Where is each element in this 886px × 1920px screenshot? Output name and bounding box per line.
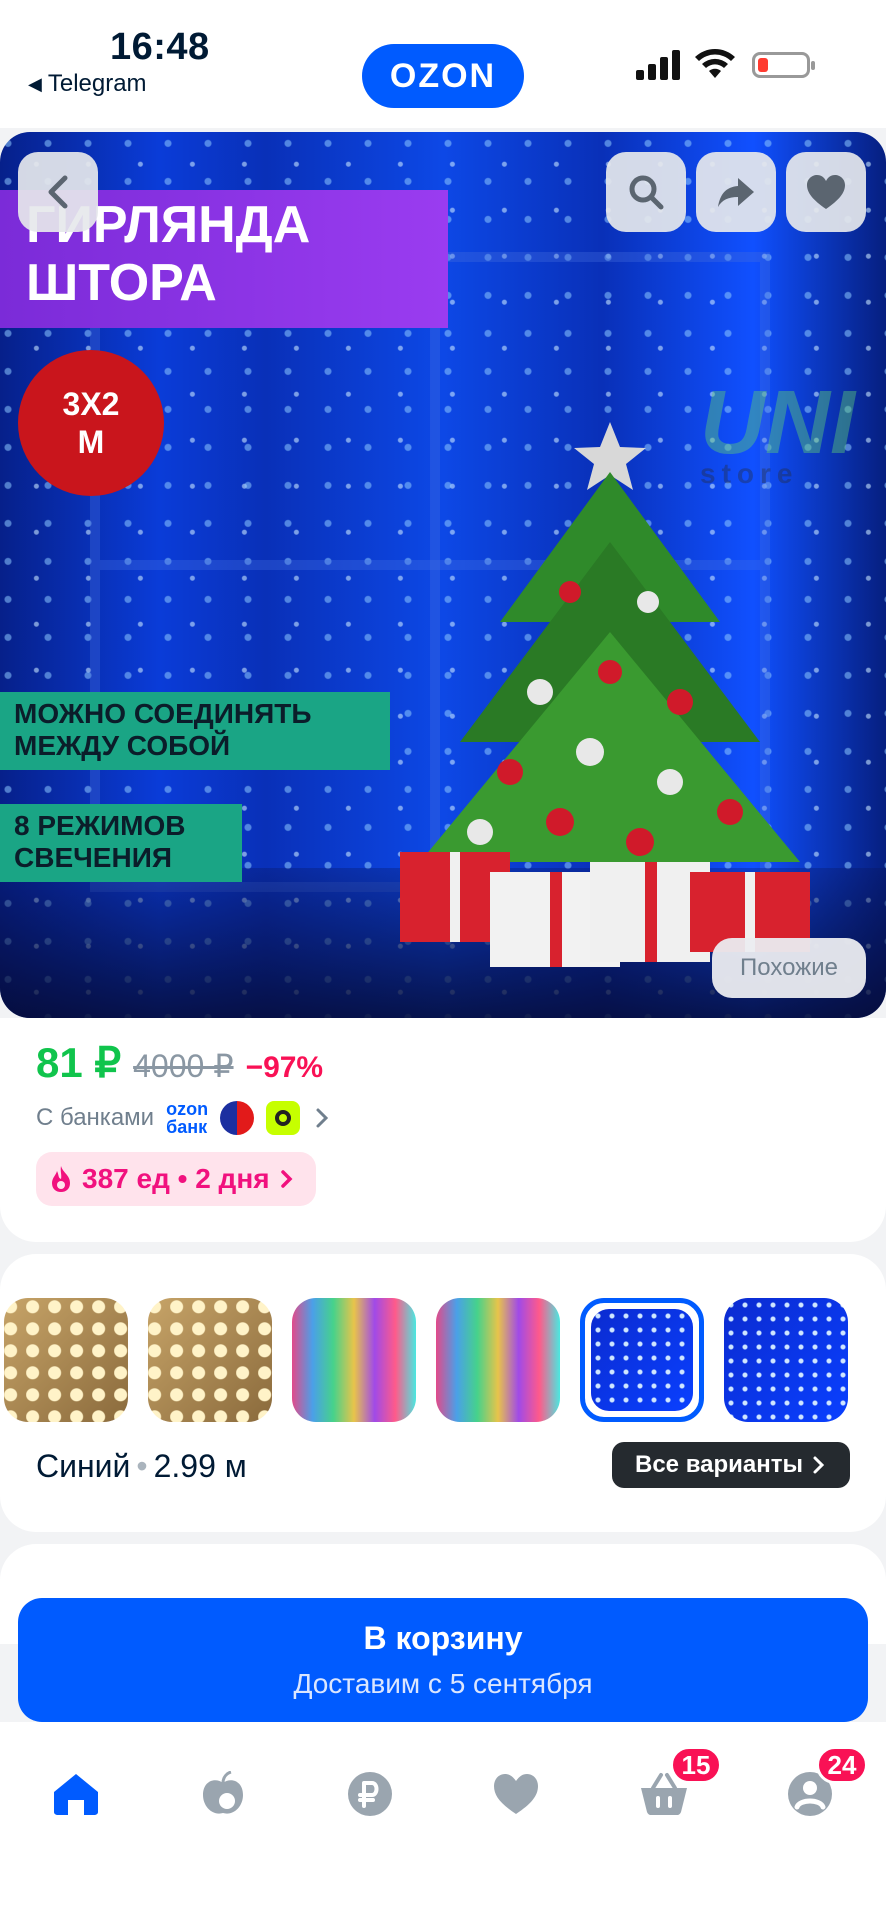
variant-size: 2.99 м — [153, 1448, 247, 1484]
variant-color: Синий — [36, 1448, 131, 1484]
home-icon — [54, 1774, 98, 1815]
christmas-tree-illustration — [400, 422, 810, 967]
product-image[interactable]: ГИРЛЯНДА ШТОРА 3X2 М UNI store МОЖНО СОЕ… — [0, 132, 886, 1018]
ozon-bank-logo: ozon банк — [166, 1100, 208, 1136]
cart-count-badge: 15 — [670, 1746, 722, 1784]
selected-variant-label: Синий • 2.99 м — [36, 1448, 247, 1484]
ozon-bank-line2: банк — [166, 1117, 208, 1137]
tab-finance[interactable] — [340, 1764, 400, 1824]
tab-cart[interactable]: 15 — [634, 1746, 722, 1824]
similar-button[interactable]: Похожие — [712, 938, 866, 998]
favorite-button[interactable] — [786, 152, 866, 232]
variant-thumb-blue-2[interactable] — [724, 1298, 848, 1422]
feature2-line2: СВЕЧЕНИЯ — [14, 842, 172, 873]
variant-thumb-multicolor-1[interactable] — [292, 1298, 416, 1422]
tab-fresh[interactable] — [193, 1764, 253, 1824]
back-button[interactable] — [18, 152, 98, 232]
apple-icon — [203, 1771, 243, 1814]
variant-thumb-warm-2[interactable] — [148, 1298, 272, 1422]
variants-card: Синий • 2.99 м Все варианты — [0, 1254, 886, 1532]
chevron-right-icon — [280, 1170, 293, 1188]
share-button[interactable] — [696, 152, 776, 232]
flash-sale-badge[interactable]: 387 ед • 2 дня — [36, 1152, 316, 1206]
feature1-line1: МОЖНО СОЕДИНЯТЬ — [14, 698, 312, 729]
ruble-icon — [348, 1772, 392, 1816]
banks-label: С банками — [36, 1104, 155, 1131]
size-badge: 3X2 М — [18, 350, 164, 496]
tab-profile[interactable]: 24 — [780, 1746, 868, 1824]
bank-logo-icon — [266, 1101, 301, 1135]
variant-thumbnails — [4, 1298, 848, 1422]
product-page: 16:48 ◀ Telegram OZON ГИРЛЯНДА ШТОРА 3X2… — [0, 0, 886, 1920]
feature-banner-connect: МОЖНО СОЕДИНЯТЬ МЕЖДУ СОБОЙ — [0, 692, 390, 770]
variant-thumb-multicolor-2[interactable] — [436, 1298, 560, 1422]
old-price: 4000 ₽ — [133, 1048, 234, 1084]
heart-icon — [494, 1774, 538, 1814]
fire-icon — [52, 1166, 70, 1192]
variant-thumb-blue-selected[interactable] — [580, 1298, 704, 1422]
chevron-right-icon — [813, 1456, 825, 1474]
add-to-cart-button[interactable]: В корзину Доставим с 5 сентября — [18, 1598, 868, 1722]
status-time: 16:48 — [110, 26, 210, 68]
tab-home[interactable] — [46, 1764, 106, 1824]
ozon-bank-line1: ozon — [166, 1099, 209, 1119]
bank-logo-icon — [220, 1101, 255, 1135]
back-triangle-icon: ◀ — [28, 73, 42, 94]
all-variants-label: Все варианты — [635, 1451, 803, 1478]
battery-icon — [752, 52, 815, 78]
chevron-right-icon — [316, 1108, 329, 1128]
size-line2: М — [77, 424, 105, 460]
variant-thumb-warm-1[interactable] — [4, 1298, 128, 1422]
cellular-signal-icon — [636, 50, 680, 80]
image-title-line2: ШТОРА — [26, 254, 217, 312]
discount-label: −97% — [245, 1051, 324, 1084]
bank-offers-row[interactable]: С банками ozon банк — [36, 1100, 332, 1136]
sale-info-text: 387 ед • 2 дня — [82, 1163, 270, 1194]
all-variants-button[interactable]: Все варианты — [612, 1442, 850, 1488]
feature-banner-modes: 8 РЕЖИМОВ СВЕЧЕНИЯ — [0, 804, 242, 882]
chevron-left-icon — [48, 175, 68, 209]
price-row: 81 ₽ 4000 ₽ −97% — [36, 1038, 323, 1087]
share-arrow-icon — [718, 178, 754, 207]
back-to-telegram-link[interactable]: ◀ Telegram — [28, 70, 147, 98]
search-icon — [629, 175, 664, 210]
wifi-icon — [695, 49, 735, 78]
tab-favorites[interactable] — [486, 1764, 546, 1824]
search-button[interactable] — [606, 152, 686, 232]
profile-notification-badge: 24 — [816, 1746, 868, 1784]
feature1-line2: МЕЖДУ СОБОЙ — [14, 730, 231, 761]
back-app-label: Telegram — [47, 70, 147, 97]
status-bar: 16:48 ◀ Telegram OZON — [0, 0, 886, 128]
ozon-logo: OZON — [362, 44, 524, 108]
heart-icon — [807, 175, 845, 209]
feature2-line1: 8 РЕЖИМОВ — [14, 810, 186, 841]
current-price: 81 ₽ — [36, 1039, 122, 1086]
size-line1: 3X2 — [62, 386, 120, 422]
bottom-tab-bar: 15 24 — [0, 1722, 886, 1920]
add-to-cart-label: В корзину — [363, 1620, 523, 1656]
price-card: 81 ₽ 4000 ₽ −97% С банками ozon банк 387… — [0, 1018, 886, 1242]
delivery-date-text: Доставим с 5 сентября — [293, 1668, 593, 1699]
